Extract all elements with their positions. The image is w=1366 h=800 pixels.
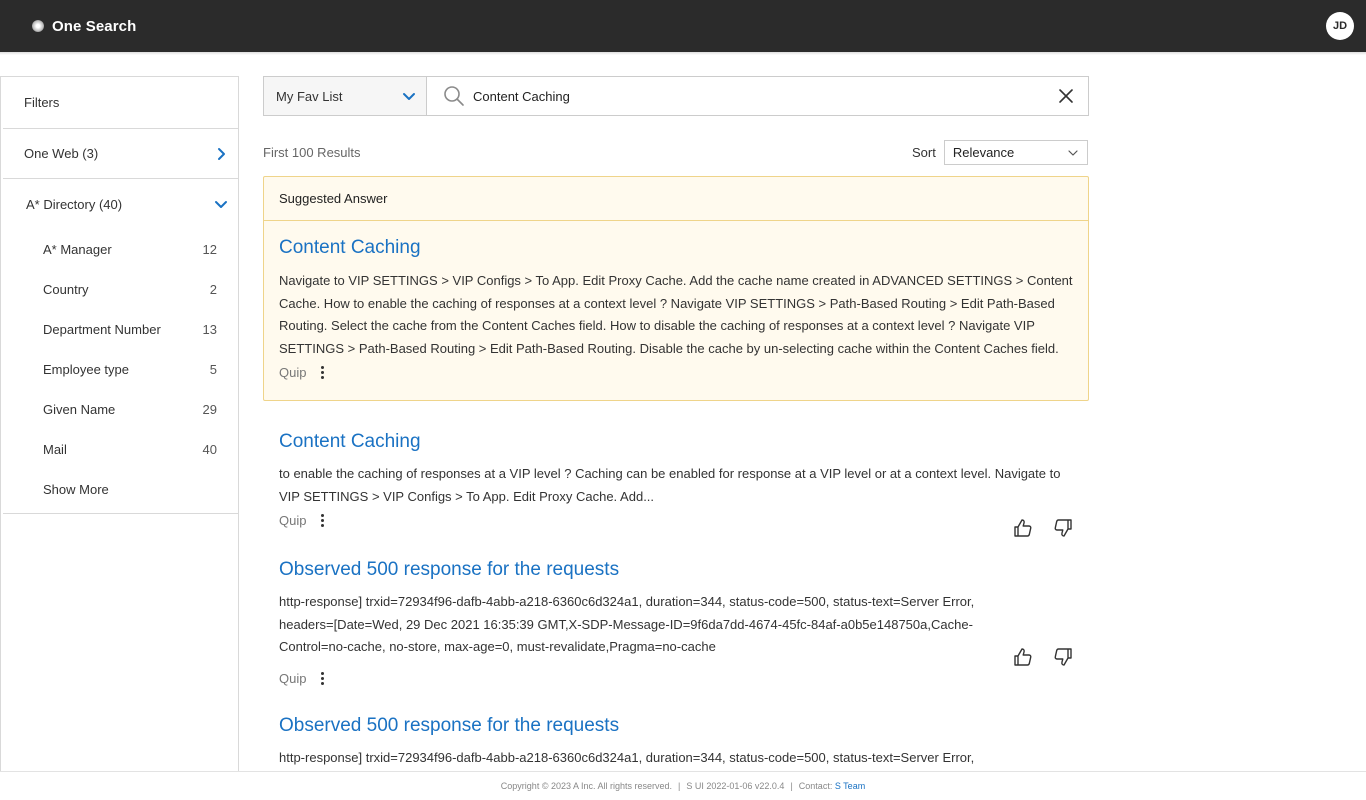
facet-country[interactable]: Country 2	[3, 269, 238, 309]
chevron-down-icon	[403, 93, 415, 100]
filter-section-directory-header[interactable]: A* Directory (40)	[5, 179, 238, 229]
close-icon	[1059, 89, 1073, 103]
facet-department-number[interactable]: Department Number 13	[3, 309, 238, 349]
thumbs-up-icon[interactable]	[1013, 518, 1033, 538]
facet-count: 12	[202, 241, 217, 257]
scope-dropdown[interactable]: My Fav List	[264, 77, 427, 115]
suggested-answer-heading: Suggested Answer	[264, 177, 1088, 221]
result-title[interactable]: Observed 500 response for the requests	[279, 559, 1089, 581]
thumbs-down-icon[interactable]	[1053, 518, 1073, 538]
brand[interactable]: One Search	[32, 18, 136, 35]
version-text: S UI 2022-01-06 v22.0.4	[686, 781, 785, 791]
result-item: Content Caching to enable the caching of…	[279, 431, 1089, 528]
filter-section-one-web[interactable]: One Web (3)	[3, 129, 238, 179]
chevron-down-icon	[1068, 149, 1078, 156]
more-options-icon[interactable]	[316, 366, 328, 379]
suggested-answer-card: Suggested Answer Content Caching Navigat…	[263, 176, 1089, 401]
facet-manager[interactable]: A* Manager 12	[3, 229, 238, 269]
thumbs-up-icon[interactable]	[1013, 647, 1033, 667]
filter-section-label: A* Directory (40)	[26, 196, 123, 212]
facet-count: 5	[209, 361, 217, 377]
scope-value: My Fav List	[276, 88, 343, 104]
result-snippet: http-response] trxid=72934f96-dafb-4abb-…	[279, 750, 975, 765]
user-avatar[interactable]: JD	[1326, 12, 1354, 40]
clear-search-button[interactable]	[1056, 86, 1076, 106]
footer-separator: |	[678, 781, 681, 791]
header-shadow	[0, 52, 1366, 55]
sort-label: Sort	[912, 145, 936, 160]
top-bar: One Search JD	[0, 0, 1366, 52]
app-title: One Search	[52, 17, 137, 35]
sort-dropdown[interactable]: Relevance	[943, 140, 1088, 165]
copyright-text: Copyright © 2023 A Inc. All rights reser…	[500, 781, 673, 791]
search-bar: My Fav List	[263, 76, 1089, 116]
filter-section-label: One Web (3)	[24, 146, 99, 161]
contact-label: Contact:	[798, 781, 833, 791]
result-source: Quip	[279, 365, 307, 380]
result-item: Observed 500 response for the requests h…	[279, 715, 1089, 770]
facet-label: A* Manager	[43, 241, 112, 257]
sort-control: Sort Relevance	[912, 140, 1088, 165]
logo-icon	[32, 20, 44, 32]
facet-label: Country	[43, 281, 89, 297]
sort-value: Relevance	[952, 145, 1015, 160]
show-more-link[interactable]: Show More	[3, 469, 238, 509]
search-input[interactable]	[473, 88, 1056, 104]
result-count: First 100 Results	[263, 145, 361, 160]
result-title[interactable]: Observed 500 response for the requests	[279, 715, 1089, 737]
suggested-answer-title[interactable]: Content Caching	[279, 237, 1073, 259]
result-item: Observed 500 response for the requests h…	[279, 559, 1089, 686]
filters-sidebar: Filters One Web (3) A* Directory (40) A*…	[0, 76, 239, 776]
facet-count: 29	[202, 401, 217, 417]
suggested-answer-snippet: Navigate to VIP SETTINGS > VIP Configs >…	[279, 273, 1073, 356]
facet-given-name[interactable]: Given Name 29	[3, 389, 238, 429]
chevron-down-icon	[215, 201, 227, 208]
more-options-icon[interactable]	[316, 514, 328, 527]
feedback-buttons	[1013, 647, 1073, 667]
facet-count: 2	[209, 281, 217, 297]
footer-separator: |	[790, 781, 793, 791]
feedback-buttons	[1013, 518, 1073, 538]
contact-link[interactable]: S Team	[835, 781, 865, 791]
search-icon	[444, 86, 464, 106]
more-options-icon[interactable]	[316, 671, 328, 685]
facet-count: 40	[202, 441, 217, 457]
facet-count: 13	[202, 321, 217, 337]
filter-section-directory: A* Directory (40) A* Manager 12 Country …	[3, 179, 238, 514]
result-source: Quip	[279, 670, 307, 686]
facet-label: Department Number	[43, 321, 161, 337]
facet-employee-type[interactable]: Employee type 5	[3, 349, 238, 389]
chevron-right-icon	[218, 147, 225, 160]
thumbs-down-icon[interactable]	[1053, 647, 1073, 667]
footer: Copyright © 2023 A Inc. All rights reser…	[0, 771, 1366, 800]
facet-label: Mail	[43, 441, 67, 457]
result-snippet: to enable the caching of responses at a …	[279, 466, 1061, 504]
filters-title: Filters	[3, 77, 238, 129]
search-field	[427, 77, 1088, 115]
result-snippet: http-response] trxid=72934f96-dafb-4abb-…	[279, 594, 975, 654]
result-title[interactable]: Content Caching	[279, 431, 1089, 453]
facet-mail[interactable]: Mail 40	[3, 429, 238, 469]
result-source: Quip	[279, 513, 307, 528]
facet-label: Given Name	[43, 401, 116, 417]
facet-label: Employee type	[43, 361, 129, 377]
